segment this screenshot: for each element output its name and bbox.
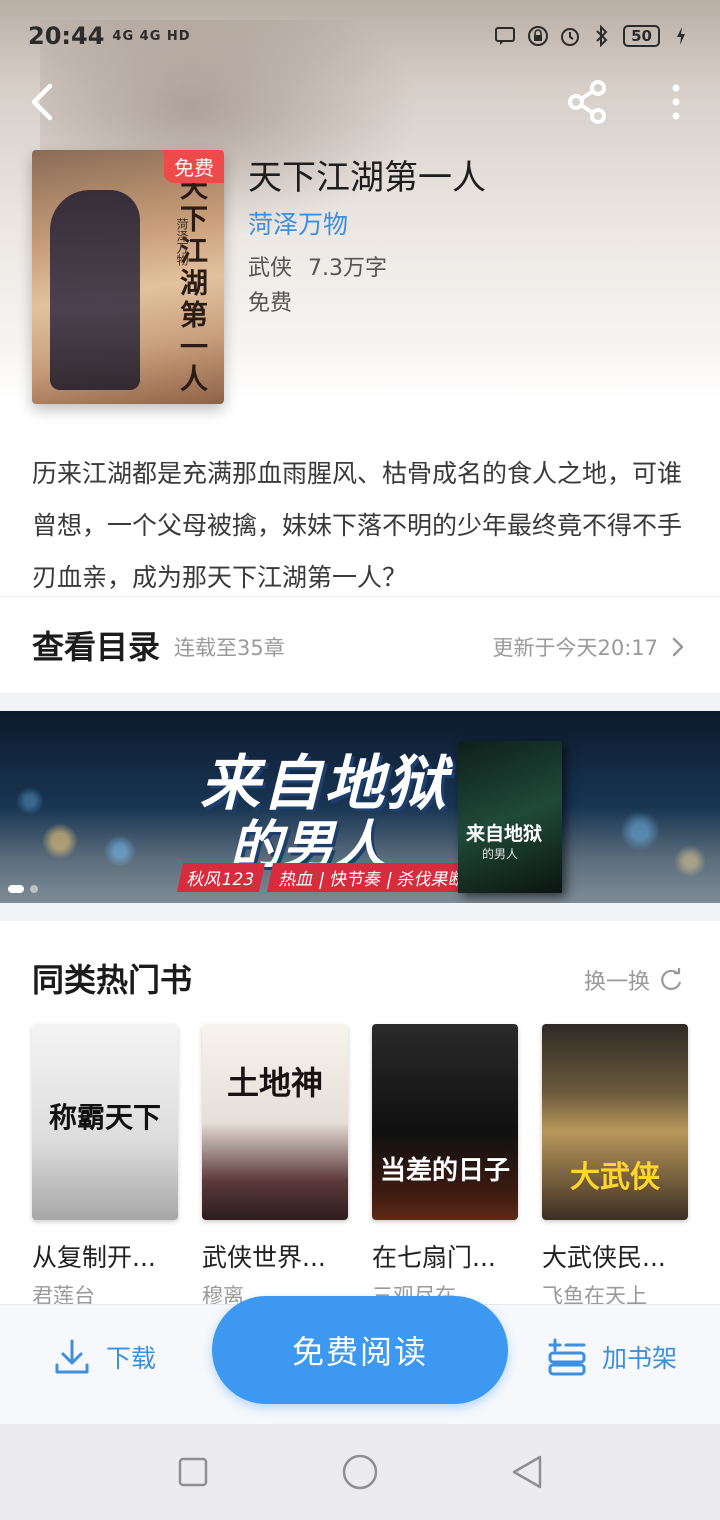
top-nav	[0, 72, 720, 132]
bluetooth-icon	[591, 25, 613, 47]
square-icon	[179, 1457, 208, 1487]
similar-book-cover-text: 当差的日子	[379, 1156, 510, 1186]
download-label: 下载	[106, 1344, 157, 1373]
similar-book-name: 从复制开...	[32, 1243, 156, 1272]
circle-icon	[342, 1454, 378, 1490]
similar-book-cover-text: 土地神	[226, 1064, 323, 1102]
book-author-link[interactable]: 菏泽万物	[248, 205, 348, 241]
similar-book-name: 大武侠民...	[542, 1243, 666, 1272]
refresh-label: 换一换	[584, 970, 651, 995]
section-gap	[0, 903, 720, 921]
book-description: 历来江湖都是充满那血雨腥风、枯骨成名的食人之地，可谁曾想，一个父母被擒，妹妹下落…	[32, 459, 683, 592]
book-genre: 武侠	[248, 256, 293, 281]
share-icon	[568, 80, 606, 124]
pagination-dot[interactable]	[30, 885, 38, 893]
status-bar: 20:44 4G 4G HD 50	[0, 0, 720, 72]
battery-indicator: 50	[623, 25, 660, 47]
similar-book-cover-text: 大武侠	[570, 1160, 660, 1195]
similar-book-name: 在七扇门...	[372, 1243, 496, 1272]
triangle-back-icon	[512, 1455, 541, 1489]
similar-book-card[interactable]: 大武侠 大武侠民... 飞鱼在天上	[542, 1024, 688, 1310]
more-options-button[interactable]	[656, 78, 696, 126]
book-meta: 武侠 7.3万字	[248, 250, 387, 282]
lock-icon	[527, 25, 549, 47]
banner-book-title: 来自地狱	[466, 823, 543, 845]
message-icon	[495, 25, 517, 47]
bookshelf-add-icon	[548, 1338, 586, 1376]
similar-books-title: 同类热门书	[32, 961, 193, 999]
more-vertical-icon	[672, 84, 680, 120]
share-button[interactable]	[562, 78, 614, 126]
free-read-button[interactable]: 免费阅读	[212, 1296, 508, 1404]
refresh-icon	[661, 968, 682, 991]
similar-book-cover: 土地神	[202, 1024, 348, 1220]
book-word-count: 7.3万字	[308, 256, 388, 281]
book-detail-page: 20:44 4G 4G HD 50 天下江湖第一人 菏泽万物 免费 天下江湖第一…	[0, 0, 720, 1520]
book-title: 天下江湖第一人	[248, 158, 486, 198]
similar-books-list: 称霸天下 从复制开... 君莲台 土地神 武侠世界... 穆离 当差的日子 在七…	[32, 1024, 712, 1310]
similar-book-cover-text: 称霸天下	[48, 1101, 161, 1134]
add-to-shelf-label: 加书架	[602, 1344, 678, 1373]
catalog-title: 查看目录	[32, 628, 161, 666]
home-button[interactable]	[338, 1450, 382, 1494]
catalog-updated-time: 更新于今天20:17	[492, 636, 658, 660]
book-cover[interactable]: 天下江湖第一人 菏泽万物 免费	[32, 150, 224, 404]
similar-book-card[interactable]: 称霸天下 从复制开... 君莲台	[32, 1024, 178, 1310]
similar-book-cover: 当差的日子	[372, 1024, 518, 1220]
book-price: 免费	[248, 291, 293, 316]
free-badge: 免费	[164, 150, 224, 183]
add-to-shelf-button[interactable]: 加书架	[546, 1337, 677, 1377]
similar-book-card[interactable]: 土地神 武侠世界... 穆离	[202, 1024, 348, 1310]
cover-title: 天下江湖第一人	[176, 172, 209, 396]
download-button[interactable]: 下载	[52, 1337, 156, 1377]
similar-book-card[interactable]: 当差的日子 在七扇门... 三观尽在	[372, 1024, 518, 1310]
alarm-icon	[559, 25, 581, 47]
banner-book-cover: 来自地狱 的男人	[458, 741, 562, 893]
status-time: 20:44	[28, 22, 105, 50]
recent-apps-button[interactable]	[171, 1450, 215, 1494]
similar-book-cover: 大武侠	[542, 1024, 688, 1220]
similar-book-cover: 称霸天下	[32, 1024, 178, 1220]
banner-pagination	[8, 885, 38, 893]
charging-icon	[670, 25, 692, 47]
status-icons: 50	[495, 25, 692, 47]
network-indicator: 4G 4G HD	[112, 28, 191, 44]
cover-figure	[50, 190, 140, 390]
banner-tags: 热血 | 快节奏 | 杀伐果断	[266, 863, 480, 892]
refresh-button[interactable]: 换一换	[584, 964, 684, 996]
system-navigation-bar	[0, 1424, 720, 1520]
banner-author: 秋风123	[176, 863, 266, 892]
promo-banner[interactable]: 来自地狱 的男人 秋风123 热血 | 快节奏 | 杀伐果断 来自地狱 的男人	[0, 711, 720, 903]
banner-book-subtitle: 的男人	[482, 847, 519, 861]
system-back-button[interactable]	[505, 1450, 549, 1494]
chevron-right-icon	[672, 637, 684, 657]
catalog-row[interactable]: 查看目录 连载至35章 更新于今天20:17	[0, 597, 720, 693]
section-gap	[0, 693, 720, 711]
pagination-dot-active[interactable]	[8, 885, 24, 893]
back-button[interactable]	[20, 78, 68, 126]
cover-author: 菏泽万物	[175, 218, 189, 266]
similar-book-name: 武侠世界...	[202, 1243, 326, 1272]
catalog-serial-status: 连载至35章	[174, 636, 285, 660]
download-icon	[55, 1339, 89, 1374]
back-arrow-icon	[31, 83, 53, 121]
